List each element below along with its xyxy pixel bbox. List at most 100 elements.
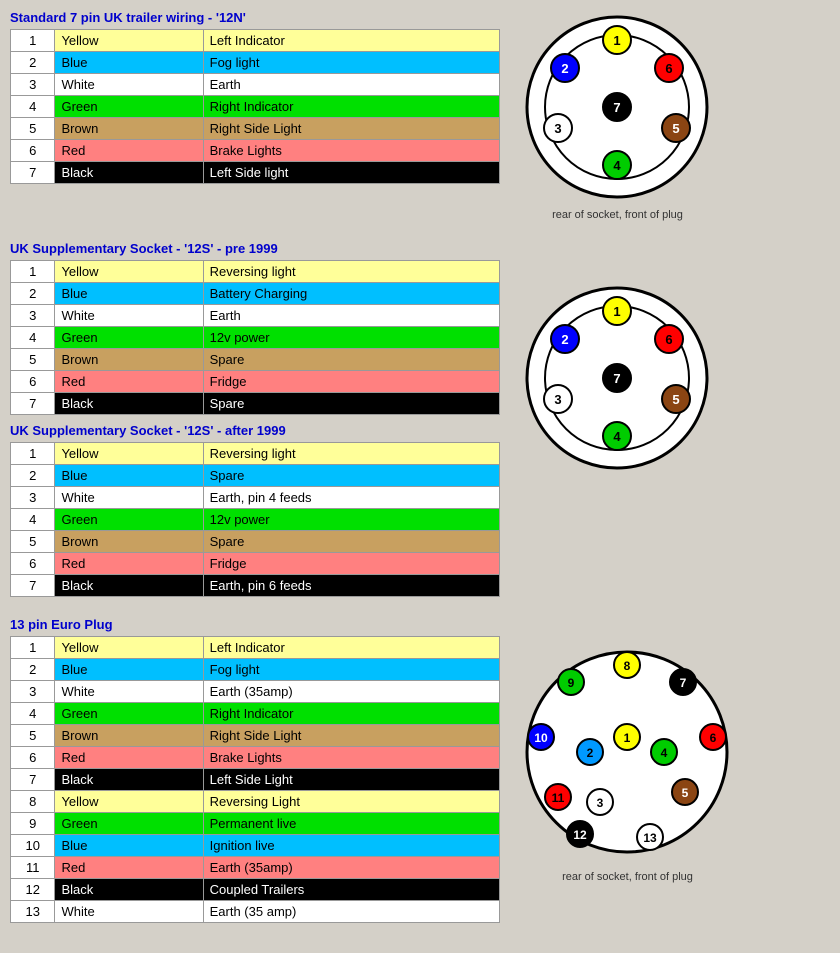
svg-text:5: 5 <box>672 121 679 136</box>
wire-color: Brown <box>55 725 203 747</box>
table-row: 3 White Earth (35amp) <box>11 681 500 703</box>
wire-desc: Earth, pin 4 feeds <box>203 487 499 509</box>
pin-number: 3 <box>11 305 55 327</box>
table-row: 4 Green Right Indicator <box>11 703 500 725</box>
table-row: 3 White Earth <box>11 305 500 327</box>
table-12s-pre: 1 Yellow Reversing light 2 Blue Battery … <box>10 260 500 415</box>
wire-color: Brown <box>55 118 203 140</box>
table-13pin: 1 Yellow Left Indicator 2 Blue Fog light… <box>10 636 500 923</box>
pin-number: 4 <box>11 509 55 531</box>
pin-number: 3 <box>11 487 55 509</box>
table-row: 5 Brown Right Side Light <box>11 725 500 747</box>
table-row: 6 Red Brake Lights <box>11 140 500 162</box>
diagram-13pin-label: rear of socket, front of plug <box>562 871 693 883</box>
svg-text:12: 12 <box>573 828 587 842</box>
pin-number: 7 <box>11 769 55 791</box>
pin-number: 4 <box>11 703 55 725</box>
diagram-12n-label: rear of socket, front of plug <box>552 209 683 221</box>
wire-desc: Permanent live <box>203 813 499 835</box>
wire-color: Black <box>55 575 203 597</box>
table-12s-post: 1 Yellow Reversing light 2 Blue Spare 3 … <box>10 442 500 597</box>
pin-number: 12 <box>11 879 55 901</box>
wire-color: Blue <box>55 283 203 305</box>
pin-number: 2 <box>11 465 55 487</box>
table-row: 5 Brown Spare <box>11 349 500 371</box>
wire-color: Green <box>55 703 203 725</box>
pin-number: 5 <box>11 349 55 371</box>
section-12n: Standard 7 pin UK trailer wiring - '12N'… <box>10 10 830 221</box>
wire-color: Black <box>55 879 203 901</box>
wire-color: Red <box>55 857 203 879</box>
wire-color: Yellow <box>55 637 203 659</box>
svg-text:7: 7 <box>613 371 620 386</box>
wire-color: Yellow <box>55 30 203 52</box>
table-container-12s: UK Supplementary Socket - '12S' - pre 19… <box>10 241 500 597</box>
table-row: 1 Yellow Reversing light <box>11 443 500 465</box>
table-container-13pin: 13 pin Euro Plug 1 Yellow Left Indicator… <box>10 617 500 923</box>
pin-number: 4 <box>11 96 55 118</box>
table-row: 11 Red Earth (35amp) <box>11 857 500 879</box>
section-title-12s-post: UK Supplementary Socket - '12S' - after … <box>10 423 500 438</box>
svg-text:9: 9 <box>568 676 575 690</box>
wire-color: Blue <box>55 835 203 857</box>
wire-color: Black <box>55 393 203 415</box>
table-row: 2 Blue Fog light <box>11 52 500 74</box>
pin-number: 6 <box>11 747 55 769</box>
wire-desc: Left Side Light <box>203 769 499 791</box>
pin-number: 11 <box>11 857 55 879</box>
pin-number: 3 <box>11 681 55 703</box>
pin-number: 5 <box>11 118 55 140</box>
table-row: 9 Green Permanent live <box>11 813 500 835</box>
diagram-12s: 1 2 3 4 5 6 7 <box>520 281 715 480</box>
wire-desc: Spare <box>203 393 499 415</box>
pin-number: 1 <box>11 443 55 465</box>
wire-desc: Battery Charging <box>203 283 499 305</box>
section-12s: UK Supplementary Socket - '12S' - pre 19… <box>10 241 830 597</box>
wire-desc: Reversing light <box>203 443 499 465</box>
svg-text:13: 13 <box>643 831 657 845</box>
svg-text:1: 1 <box>624 731 631 745</box>
connector-7pin: 1 2 3 4 5 6 7 <box>520 10 715 205</box>
table-row: 6 Red Fridge <box>11 371 500 393</box>
wire-desc: Fridge <box>203 371 499 393</box>
wire-color: Blue <box>55 465 203 487</box>
wire-desc: Brake Lights <box>203 140 499 162</box>
table-row: 7 Black Left Side light <box>11 162 500 184</box>
wire-desc: Earth (35 amp) <box>203 901 499 923</box>
table-row: 8 Yellow Reversing Light <box>11 791 500 813</box>
wire-color: Red <box>55 747 203 769</box>
table-row: 12 Black Coupled Trailers <box>11 879 500 901</box>
svg-text:6: 6 <box>710 731 717 745</box>
pin-number: 1 <box>11 30 55 52</box>
wire-color: Yellow <box>55 443 203 465</box>
wire-desc: Earth (35amp) <box>203 857 499 879</box>
wire-color: Brown <box>55 531 203 553</box>
pin-number: 5 <box>11 531 55 553</box>
wire-desc: Coupled Trailers <box>203 879 499 901</box>
svg-text:10: 10 <box>534 731 548 745</box>
wire-desc: Spare <box>203 465 499 487</box>
pin-number: 2 <box>11 52 55 74</box>
pin-number: 8 <box>11 791 55 813</box>
wire-color: Red <box>55 371 203 393</box>
svg-text:4: 4 <box>661 746 668 760</box>
table-row: 2 Blue Battery Charging <box>11 283 500 305</box>
wire-color: Green <box>55 509 203 531</box>
wire-desc: Left Indicator <box>203 30 499 52</box>
wire-desc: 12v power <box>203 509 499 531</box>
svg-text:2: 2 <box>561 332 568 347</box>
wire-desc: Earth <box>203 305 499 327</box>
svg-text:3: 3 <box>597 796 604 810</box>
pin-number: 7 <box>11 162 55 184</box>
wire-desc: Left Side light <box>203 162 499 184</box>
connector-13pin-svg: 8 7 9 6 10 1 2 4 11 <box>520 637 735 867</box>
pin-number: 10 <box>11 835 55 857</box>
table-row: 7 Black Earth, pin 6 feeds <box>11 575 500 597</box>
wire-color: Yellow <box>55 261 203 283</box>
svg-text:3: 3 <box>554 392 561 407</box>
table-row: 1 Yellow Reversing light <box>11 261 500 283</box>
wire-desc: Ignition live <box>203 835 499 857</box>
wire-desc: Fridge <box>203 553 499 575</box>
wire-desc: Earth <box>203 74 499 96</box>
wire-desc: Earth (35amp) <box>203 681 499 703</box>
